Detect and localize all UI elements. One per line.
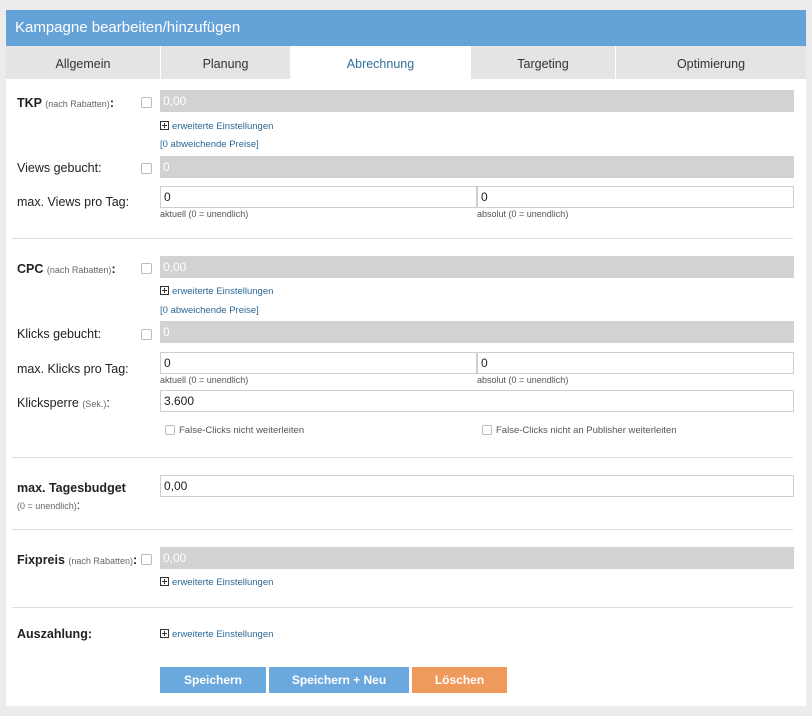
- views-gebucht-label: Views gebucht:: [17, 161, 102, 175]
- divider: [12, 607, 793, 608]
- views-gebucht-checkbox[interactable]: [141, 163, 152, 174]
- max-klicks-label: max. Klicks pro Tag:: [17, 362, 129, 376]
- divider: [12, 457, 793, 458]
- cpc-input[interactable]: 0,00: [160, 256, 794, 278]
- plus-icon: [160, 629, 169, 638]
- klicksperre-label: Klicksperre (Sek.):: [17, 396, 110, 410]
- plus-icon: [160, 121, 169, 130]
- max-views-aktuell-input[interactable]: 0: [160, 186, 477, 208]
- tkp-input[interactable]: 0,00: [160, 90, 794, 112]
- max-views-aktuell-hint: aktuell (0 = unendlich): [160, 209, 249, 219]
- cpc-advanced-link[interactable]: erweiterte Einstellungen: [160, 286, 273, 297]
- tab-bar: Allgemein Planung Abrechnung Targeting O…: [6, 46, 806, 79]
- false-clicks-publisher-option[interactable]: False-Clicks nicht an Publisher weiterle…: [482, 425, 677, 436]
- tkp-label: TKP (nach Rabatten):: [17, 96, 114, 110]
- false-clicks-option[interactable]: False-Clicks nicht weiterleiten: [165, 425, 304, 436]
- plus-icon: [160, 577, 169, 586]
- fixpreis-input[interactable]: 0,00: [160, 547, 794, 569]
- fixpreis-checkbox[interactable]: [141, 554, 152, 565]
- klicks-gebucht-label: Klicks gebucht:: [17, 327, 102, 341]
- cpc-label: CPC (nach Rabatten):: [17, 262, 116, 276]
- fixpreis-label: Fixpreis (nach Rabatten):: [17, 553, 138, 567]
- max-views-label: max. Views pro Tag:: [17, 195, 130, 209]
- auszahlung-label: Auszahlung:: [17, 627, 92, 641]
- klicks-gebucht-checkbox[interactable]: [141, 329, 152, 340]
- tagesbudget-input[interactable]: 0,00: [160, 475, 794, 497]
- divider: [12, 238, 793, 239]
- klicks-gebucht-input[interactable]: 0: [160, 321, 794, 343]
- cpc-checkbox[interactable]: [141, 263, 152, 274]
- save-new-button[interactable]: Speichern + Neu: [269, 667, 409, 693]
- tab-planung[interactable]: Planung: [161, 46, 291, 79]
- max-klicks-absolut-input[interactable]: 0: [477, 352, 794, 374]
- max-klicks-aktuell-hint: aktuell (0 = unendlich): [160, 375, 249, 385]
- views-gebucht-input[interactable]: 0: [160, 156, 794, 178]
- max-views-absolut-hint: absolut (0 = unendlich): [477, 209, 569, 219]
- fixpreis-advanced-link[interactable]: erweiterte Einstellungen: [160, 577, 273, 588]
- tkp-checkbox[interactable]: [141, 97, 152, 108]
- max-klicks-absolut-hint: absolut (0 = unendlich): [477, 375, 569, 385]
- false-clicks-publisher-checkbox[interactable]: [482, 425, 492, 435]
- save-button[interactable]: Speichern: [160, 667, 266, 693]
- tab-abrechnung[interactable]: Abrechnung: [291, 46, 471, 79]
- max-klicks-aktuell-input[interactable]: 0: [160, 352, 477, 374]
- tab-optimierung[interactable]: Optimierung: [616, 46, 806, 79]
- divider: [12, 529, 793, 530]
- tab-targeting[interactable]: Targeting: [471, 46, 616, 79]
- campaign-edit-panel: Kampagne bearbeiten/hinzufügen Allgemein…: [6, 10, 806, 706]
- tagesbudget-hint: (0 = unendlich):: [17, 498, 81, 512]
- tagesbudget-label: max. Tagesbudget: [17, 481, 126, 495]
- klicksperre-input[interactable]: 3.600: [160, 390, 794, 412]
- false-clicks-checkbox[interactable]: [165, 425, 175, 435]
- tab-allgemein[interactable]: Allgemein: [6, 46, 161, 79]
- tkp-prices-link[interactable]: [0 abweichende Preise]: [160, 139, 259, 150]
- cpc-prices-link[interactable]: [0 abweichende Preise]: [160, 305, 259, 316]
- window-title: Kampagne bearbeiten/hinzufügen: [6, 10, 806, 46]
- plus-icon: [160, 286, 169, 295]
- max-views-absolut-input[interactable]: 0: [477, 186, 794, 208]
- auszahlung-advanced-link[interactable]: erweiterte Einstellungen: [160, 629, 273, 640]
- delete-button[interactable]: Löschen: [412, 667, 507, 693]
- tkp-advanced-link[interactable]: erweiterte Einstellungen: [160, 121, 273, 132]
